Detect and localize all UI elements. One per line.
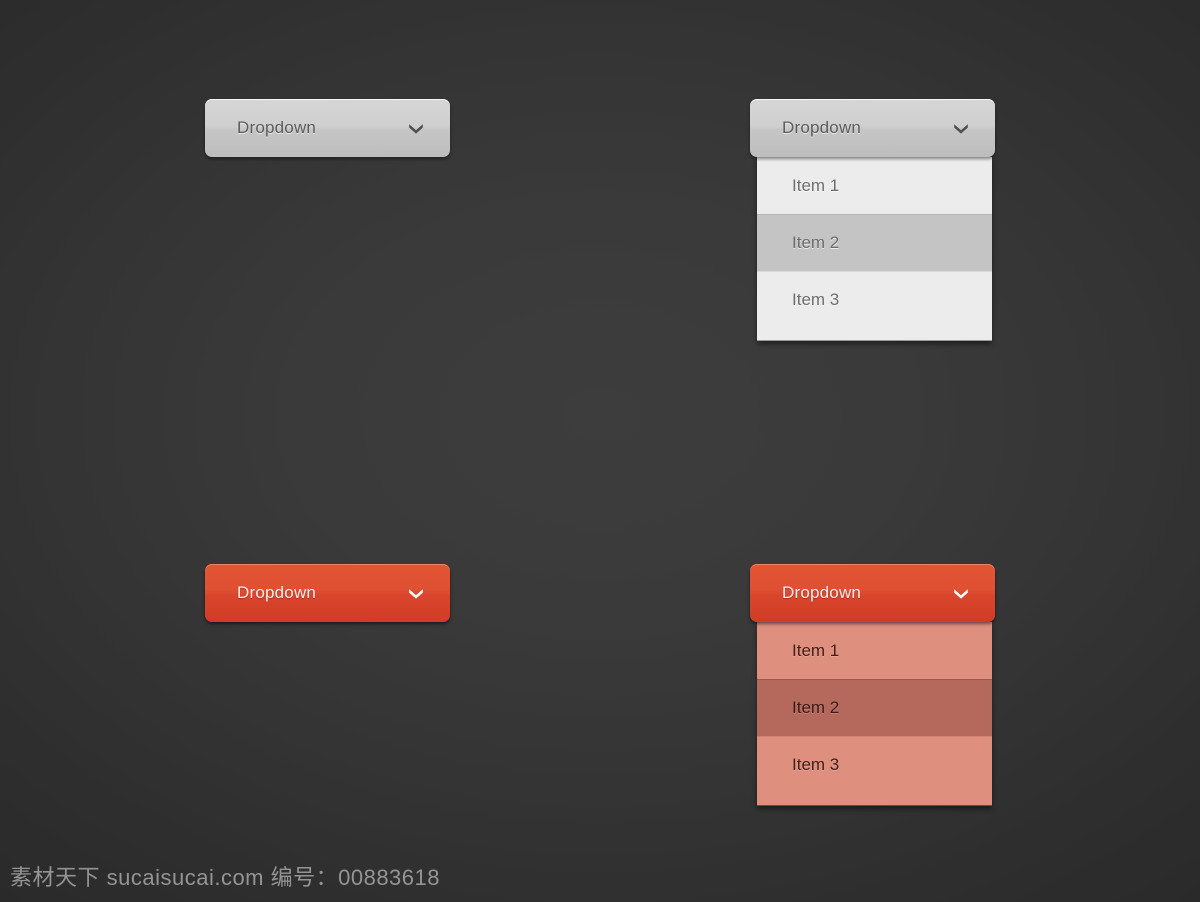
- dropdown-label: Dropdown: [782, 583, 862, 602]
- chevron-down-icon: [409, 124, 423, 134]
- dropdown-button-gray-closed[interactable]: Dropdown: [205, 99, 450, 157]
- ui-kit-canvas: Dropdown Dropdown Item 1 Item 2 Item 3 D…: [0, 0, 1200, 902]
- chevron-down-icon: [954, 124, 968, 134]
- chevron-down-icon: [409, 589, 423, 599]
- dropdown-menu-red: Item 1 Item 2 Item 3: [757, 622, 992, 806]
- dropdown-button-gray-open[interactable]: Dropdown: [750, 99, 995, 157]
- menu-item[interactable]: Item 3: [757, 271, 992, 328]
- menu-item[interactable]: Item 3: [757, 736, 992, 793]
- dropdown-label: Dropdown: [782, 118, 862, 137]
- menu-item-active[interactable]: Item 2: [757, 214, 992, 271]
- dropdown-button-red-open[interactable]: Dropdown: [750, 564, 995, 622]
- dropdown-label: Dropdown: [237, 583, 317, 602]
- menu-item-label: Item 2: [792, 698, 840, 717]
- dropdown-label: Dropdown: [237, 118, 317, 137]
- menu-item-label: Item 1: [792, 175, 840, 195]
- menu-item-label: Item 2: [792, 233, 840, 252]
- menu-item-label: Item 3: [792, 755, 840, 774]
- menu-item-label: Item 3: [792, 290, 840, 309]
- dropdown-menu-gray: Item 1 Item 2 Item 3: [757, 157, 992, 341]
- watermark-text: 素材天下 sucaisucai.com 编号：00883618: [10, 865, 440, 890]
- menu-item[interactable]: Item 1: [757, 622, 992, 679]
- menu-item[interactable]: Item 1: [757, 157, 992, 214]
- dropdown-button-red-closed[interactable]: Dropdown: [205, 564, 450, 622]
- chevron-down-icon: [954, 589, 968, 599]
- menu-item-label: Item 1: [792, 640, 840, 660]
- menu-item-active[interactable]: Item 2: [757, 679, 992, 736]
